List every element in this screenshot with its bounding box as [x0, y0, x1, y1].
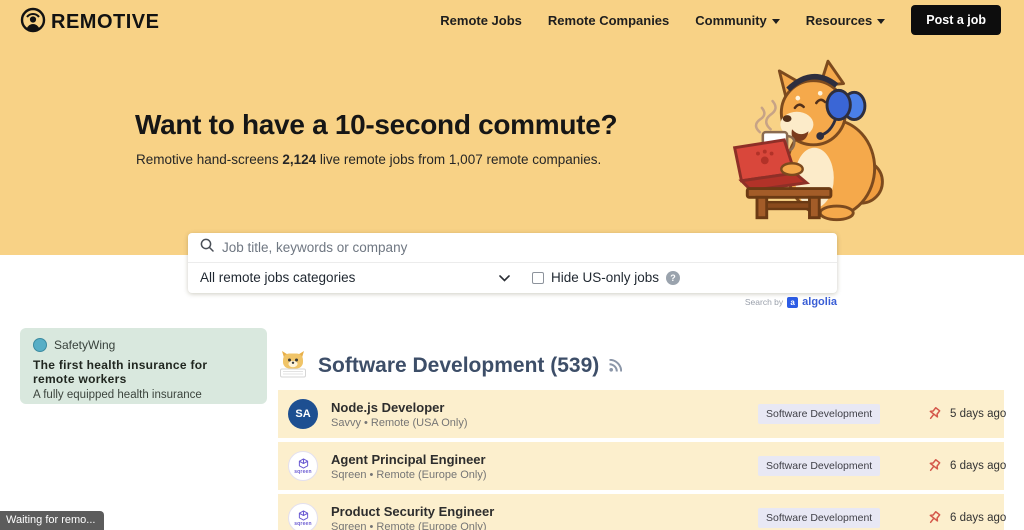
remotive-logo[interactable]: REMOTIVE: [20, 7, 159, 38]
safetywing-logo-icon: [33, 338, 47, 352]
chevron-down-icon: [772, 19, 780, 24]
sqreen-logo-label: sqreen: [294, 469, 312, 475]
sponsor-name: SafetyWing: [54, 338, 115, 352]
job-search-card: All remote jobs categories Hide US-only …: [188, 233, 837, 293]
company-logo-sqreen: sqreen: [288, 503, 318, 530]
nav-menu: Remote Jobs Remote Companies Community R…: [440, 0, 1001, 40]
jobs-section-header: Software Development (539): [278, 347, 622, 384]
jobs-section-title: Software Development (539): [318, 354, 599, 378]
nav-remote-jobs[interactable]: Remote Jobs: [440, 13, 522, 28]
company-logo-savvy: SA: [288, 399, 318, 429]
hide-us-checkbox[interactable]: [532, 272, 544, 284]
job-row-nodejs-developer[interactable]: SA Node.js Developer Savvy • Remote (USA…: [278, 390, 1004, 438]
search-icon: [200, 238, 214, 257]
hero-title: Want to have a 10-second commute?: [135, 109, 617, 141]
hero-subtitle: Remotive hand-screens 2,124 live remote …: [136, 152, 601, 167]
company-logo-sqreen: sqreen: [288, 451, 318, 481]
algolia-icon: a: [787, 297, 798, 308]
job-posted-date: 6 days ago: [950, 460, 1006, 472]
pushpin-icon[interactable]: [926, 510, 942, 526]
shiba-dog-illustration: [722, 52, 897, 224]
sponsor-description: A fully equipped health insurance: [33, 389, 254, 401]
nav-resources[interactable]: Resources: [806, 13, 885, 28]
search-filter-row: All remote jobs categories Hide US-only …: [188, 263, 837, 292]
job-company-location: Sqreen • Remote (Europe Only): [331, 521, 992, 530]
search-by-label: Search by: [745, 297, 783, 307]
sponsor-headline: The first health insurance for remote wo…: [33, 359, 243, 387]
rss-icon[interactable]: [609, 359, 622, 377]
job-company-location: Sqreen • Remote (Europe Only): [331, 469, 992, 481]
live-jobs-count: 2,124: [282, 152, 316, 167]
browser-status-tooltip: Waiting for remo...: [0, 511, 104, 530]
algolia-link[interactable]: algolia: [802, 296, 837, 308]
help-icon[interactable]: ?: [666, 271, 680, 285]
category-selected-value: All remote jobs categories: [200, 270, 355, 285]
nav-community[interactable]: Community: [695, 13, 780, 28]
job-info: Product Security Engineer Sqreen • Remot…: [331, 504, 992, 530]
chevron-down-icon: [877, 19, 885, 24]
top-navigation: REMOTIVE Remote Jobs Remote Companies Co…: [0, 0, 1024, 40]
job-title: Node.js Developer: [331, 400, 992, 415]
sponsor-card-safetywing[interactable]: SafetyWing The first health insurance fo…: [20, 328, 267, 404]
chevron-down-icon: [499, 269, 510, 287]
companies-count: 1,007: [449, 152, 483, 167]
job-title: Product Security Engineer: [331, 504, 992, 519]
job-category-tag[interactable]: Software Development: [758, 456, 880, 476]
category-dropdown[interactable]: All remote jobs categories: [200, 269, 510, 287]
dog-with-keyboard-icon: [278, 347, 308, 384]
nav-remote-companies[interactable]: Remote Companies: [548, 13, 669, 28]
job-row-agent-principal-engineer[interactable]: sqreen Agent Principal Engineer Sqreen •…: [278, 442, 1004, 490]
job-row-product-security-engineer[interactable]: sqreen Product Security Engineer Sqreen …: [278, 494, 1004, 530]
pushpin-icon[interactable]: [926, 406, 942, 422]
algolia-attribution: Search by a algolia: [188, 296, 837, 308]
remotive-logo-icon: [20, 7, 46, 38]
sponsor-header: SafetyWing: [33, 338, 254, 352]
job-company-location: Savvy • Remote (USA Only): [331, 417, 992, 429]
search-input[interactable]: [222, 240, 825, 255]
page: REMOTIVE Remote Jobs Remote Companies Co…: [0, 0, 1024, 530]
job-title: Agent Principal Engineer: [331, 452, 992, 467]
brand-name: REMOTIVE: [51, 11, 159, 34]
hide-us-only-toggle[interactable]: Hide US-only jobs ?: [532, 270, 680, 285]
job-category-tag[interactable]: Software Development: [758, 508, 880, 528]
sqreen-logo-label: sqreen: [294, 521, 312, 527]
job-category-tag[interactable]: Software Development: [758, 404, 880, 424]
job-posted-date: 5 days ago: [950, 408, 1006, 420]
search-field-row: [188, 233, 837, 263]
job-info: Agent Principal Engineer Sqreen • Remote…: [331, 452, 992, 481]
post-a-job-button[interactable]: Post a job: [911, 5, 1001, 35]
hide-us-label: Hide US-only jobs: [551, 270, 659, 285]
job-info: Node.js Developer Savvy • Remote (USA On…: [331, 400, 992, 429]
pushpin-icon[interactable]: [926, 458, 942, 474]
job-posted-date: 6 days ago: [950, 512, 1006, 524]
